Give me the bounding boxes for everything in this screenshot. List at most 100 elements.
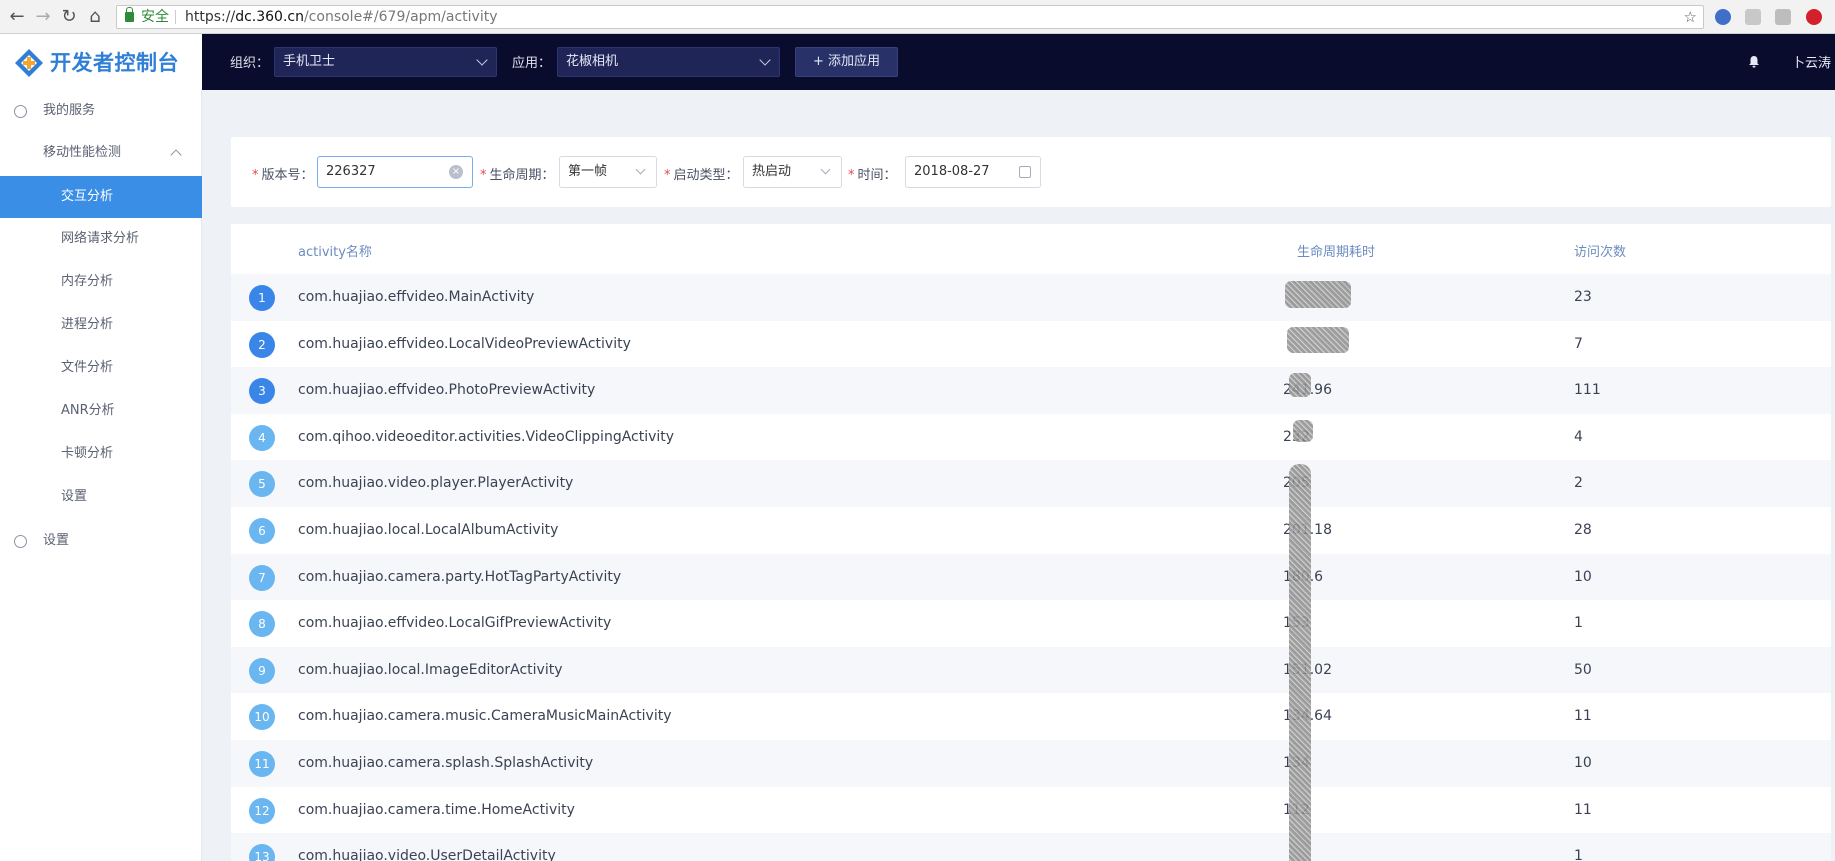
home-icon[interactable]: ⌂ — [84, 6, 106, 28]
table-row[interactable]: 12 com.huajiao.camera.time.HomeActivity 11… — [231, 787, 1831, 834]
bell-icon[interactable] — [1748, 55, 1760, 68]
sidebar-item-anr-analysis[interactable]: ANR分析 — [0, 390, 202, 432]
visit-count-cell: 2 — [1574, 475, 1583, 492]
rank-badge: 1 — [249, 285, 275, 311]
table-row[interactable]: 2 com.huajiao.effvideo.LocalVideoPreviewA… — [231, 321, 1831, 368]
sidebar-settings[interactable]: 设置 — [0, 520, 202, 562]
sidebar-item-interaction-analysis[interactable]: 交互分析 — [0, 176, 202, 218]
chevron-down-icon — [759, 54, 771, 66]
activity-name-cell: com.huajiao.camera.time.HomeActivity — [298, 801, 575, 818]
activity-table: activity名称 生命周期耗时 访问次数 1 com.huajiao.effv… — [231, 224, 1831, 861]
sidebar-my-services[interactable]: 我的服务 — [0, 90, 202, 132]
secure-label: 安全 — [141, 9, 169, 25]
rank-badge: 13 — [249, 844, 275, 861]
visit-count-cell: 1 — [1574, 615, 1583, 632]
lock-icon — [125, 7, 134, 22]
org-label: 组织： — [230, 56, 270, 71]
gear-icon — [14, 535, 27, 548]
chevron-down-icon — [820, 164, 831, 175]
activity-name-cell: com.huajiao.camera.party.HotTagPartyActi… — [298, 568, 622, 585]
table-row[interactable]: 6com.huajiao.local.LocalAlbumActivity201… — [231, 507, 1831, 554]
launch-type-select[interactable]: 热启动 — [743, 156, 842, 188]
visit-count-cell: 23 — [1574, 289, 1592, 305]
back-icon[interactable]: ← — [6, 6, 28, 28]
column-header-lifecycle-duration[interactable]: 生命周期耗时 — [1297, 241, 1375, 260]
visit-count-cell: 11 — [1574, 708, 1592, 725]
app-select[interactable]: 花椒相机 — [557, 47, 780, 77]
table-row[interactable]: 8 com.huajiao.effvideo.LocalGifPreviewAct… — [231, 600, 1831, 647]
address-bar[interactable]: 安全 https://dc.360.cn/console#/679/apm/ac… — [116, 5, 1704, 29]
sidebar-item-file-analysis[interactable]: 文件分析 — [0, 347, 202, 389]
bookmark-star-icon[interactable]: ☆ — [1684, 6, 1697, 28]
extension-red-icon[interactable] — [1806, 9, 1822, 25]
table-row[interactable]: 9com.huajiao.local.ImageEditorActivity15… — [231, 646, 1831, 694]
launch-type-label: * 启动类型： — [664, 168, 739, 183]
table-row[interactable]: 10 com.huajiao.camera.music.CameraMusicMa… — [231, 693, 1831, 740]
table-row[interactable]: 4 com.qihoo.videoeditor.activities.VideoC… — [231, 414, 1831, 461]
redaction-mark — [1285, 281, 1351, 308]
add-app-button[interactable]: + 添加应用 — [795, 47, 898, 77]
version-label: * 版本号： — [252, 168, 314, 183]
activity-name-cell: com.huajiao.effvideo.PhotoPreviewActivit… — [298, 382, 596, 399]
table-row[interactable]: 3 com.huajiao.effvideo.PhotoPreviewActivi… — [231, 367, 1831, 414]
rank-badge: 6 — [249, 518, 275, 544]
sidebar-item-process-analysis[interactable]: 进程分析 — [0, 304, 202, 346]
sidebar-item-jank-analysis[interactable]: 卡顿分析 — [0, 433, 202, 475]
url-text: https://dc.360.cn/console#/679/apm/activ… — [185, 9, 498, 25]
app-select-value: 花椒相机 — [566, 54, 619, 69]
table-row[interactable]: 7 com.huajiao.camera.party.HotTagPartyAct… — [231, 553, 1831, 601]
visit-count-cell: 1 — [1574, 848, 1583, 861]
org-select-value: 手机卫士 — [283, 54, 336, 69]
user-name[interactable]: 卜云涛 — [1792, 52, 1831, 71]
visit-count-cell: 111 — [1574, 382, 1601, 399]
calendar-icon — [1019, 166, 1031, 178]
lifecycle-select[interactable]: 第一帧 — [559, 156, 657, 188]
browser-toolbar: ← → ↻ ⌂ 安全 https://dc.360.cn/console#/67… — [0, 0, 1835, 34]
sidebar-group-mobile-performance[interactable]: 移动性能检测 — [0, 132, 202, 174]
redaction-mark — [1289, 373, 1311, 397]
column-header-activity-name[interactable]: activity名称 — [298, 241, 372, 260]
sidebar: 我的服务 移动性能检测 交互分析 网络请求分析 内存分析 进程分析 文件分析 A… — [0, 90, 202, 861]
extension-globe-icon[interactable] — [1715, 9, 1731, 25]
redaction-mark — [1293, 420, 1313, 442]
visit-count-cell: 10 — [1574, 755, 1592, 771]
rank-badge: 11 — [249, 751, 275, 777]
visit-count-cell: 10 — [1574, 568, 1592, 585]
sidebar-item-memory-analysis[interactable]: 内存分析 — [0, 261, 202, 303]
visit-count-cell: 28 — [1574, 522, 1592, 538]
table-row[interactable]: 5 com.huajiao.video.player.PlayerActivity… — [231, 460, 1831, 507]
visit-count-cell: 11 — [1574, 801, 1592, 818]
sidebar-item-module-settings[interactable]: 设置 — [0, 476, 202, 518]
redaction-mark — [1289, 464, 1311, 861]
logo[interactable]: 开发者控制台 — [0, 34, 202, 90]
rank-badge: 12 — [249, 797, 275, 824]
logo-text: 开发者控制台 — [50, 51, 179, 75]
extension-puzzle-icon[interactable] — [1745, 9, 1761, 25]
table-row[interactable]: 11 com.huajiao.camera.splash.SplashActivi… — [231, 740, 1831, 787]
activity-name-cell: com.huajiao.effvideo.MainActivity — [298, 289, 535, 305]
activity-name-cell: com.qihoo.videoeditor.activities.VideoCl… — [298, 428, 675, 445]
forward-icon[interactable]: → — [32, 6, 54, 28]
activity-name-cell: com.huajiao.local.LocalAlbumActivity — [298, 522, 559, 538]
activity-name-cell: com.huajiao.effvideo.LocalVideoPreviewAc… — [298, 335, 631, 352]
extension-grid-icon[interactable] — [1775, 9, 1791, 25]
app-label: 应用： — [512, 56, 552, 71]
table-row[interactable]: 1 com.huajiao.effvideo.MainActivity 23 — [231, 274, 1831, 321]
activity-name-cell: com.huajiao.camera.splash.SplashActivity — [298, 755, 594, 771]
clear-icon[interactable]: × — [449, 165, 463, 179]
column-header-visit-count[interactable]: 访问次数 — [1574, 241, 1626, 260]
rank-badge: 7 — [249, 564, 275, 591]
chevron-up-icon — [170, 149, 182, 161]
rank-badge: 4 — [249, 424, 275, 451]
filter-bar: * 版本号： 226327 × * 生命周期： 第一帧 * 启动类型： 热启动 * 时间… — [231, 137, 1831, 207]
version-input[interactable]: 226327 × — [317, 156, 473, 188]
visit-count-cell: 50 — [1574, 661, 1592, 678]
visit-count-cell: 4 — [1574, 428, 1583, 445]
table-row[interactable]: 13 com.huajiao.video.UserDetailActivity 1 — [231, 833, 1831, 861]
visit-count-cell: 7 — [1574, 335, 1583, 352]
org-select[interactable]: 手机卫士 — [274, 47, 497, 77]
cube-icon — [14, 105, 27, 118]
reload-icon[interactable]: ↻ — [58, 6, 80, 28]
date-picker[interactable]: 2018-08-27 — [905, 156, 1041, 188]
sidebar-item-network-analysis[interactable]: 网络请求分析 — [0, 218, 202, 260]
